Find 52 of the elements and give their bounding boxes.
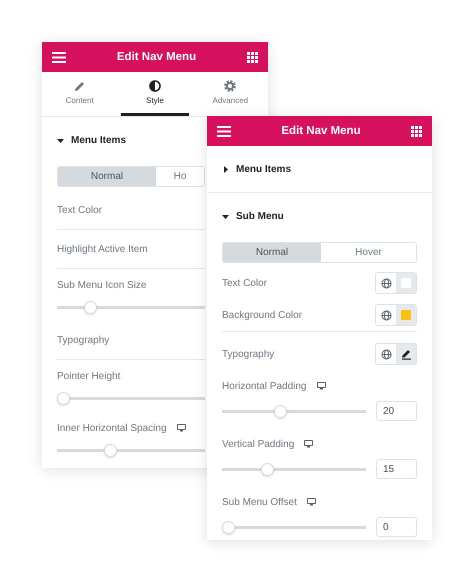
caret-icon[interactable] [222,166,229,172]
state-tab[interactable]: Normal [58,167,156,186]
number-field[interactable]: 20 [376,401,417,421]
desktop-icon[interactable] [306,498,316,506]
section-title[interactable]: Menu Items [236,164,292,174]
caret-icon[interactable] [57,136,64,144]
tab[interactable]: Content [46,72,114,116]
state-tab[interactable]: Normal [223,243,321,262]
control-label: Background Color [222,310,302,320]
desktop-icon[interactable] [176,424,186,432]
slider-thumb[interactable] [84,300,97,314]
globe-icon [380,278,392,288]
color-picker[interactable] [396,305,416,325]
menu-icon[interactable] [217,126,231,136]
control-label: Text Color [222,278,268,288]
control-label: Sub Menu Icon Size [57,280,146,290]
number-field[interactable]: 0 [376,517,417,537]
control-label: Typography [222,348,274,360]
control-label: Pointer Height [57,370,120,382]
slider-thumb[interactable] [222,520,235,534]
number-field[interactable]: 15 [376,459,417,479]
pencil-icon [400,348,412,360]
tab[interactable]: Style [121,72,189,116]
caret-icon[interactable] [222,212,229,220]
slider-thumb[interactable] [57,392,70,404]
control-label: Highlight Active Item [57,244,148,254]
control-label: Inner Horizontal Spacing [57,422,167,434]
section-title[interactable]: Sub Menu [236,210,284,222]
control-label: Horizontal Padding [222,380,306,392]
menu-icon[interactable] [52,52,66,62]
control-label: Text Color [57,204,102,216]
control-label: Typography [57,334,110,346]
gear-icon [224,80,236,92]
edit-button[interactable] [396,344,416,364]
section-title[interactable]: Menu Items [71,134,126,146]
desktop-icon[interactable] [304,440,314,448]
panel-title: Edit Nav Menu [281,125,361,137]
contrast-icon [148,80,161,92]
desktop-icon[interactable] [316,382,326,390]
slider-thumb[interactable] [261,462,274,476]
grid-icon[interactable] [246,52,258,62]
globe-icon [380,310,392,320]
panel-title: Edit Nav Menu [116,51,196,63]
color-picker[interactable] [396,273,416,293]
grid-icon[interactable] [410,126,422,136]
globe-icon [380,348,392,360]
tab[interactable]: Advanced [196,72,264,116]
pencil-icon [74,80,86,92]
control-label: Sub Menu Offset [222,496,297,508]
control-label: Vertical Padding [222,438,294,450]
slider-thumb[interactable] [104,444,118,456]
slider-thumb[interactable] [274,404,288,418]
